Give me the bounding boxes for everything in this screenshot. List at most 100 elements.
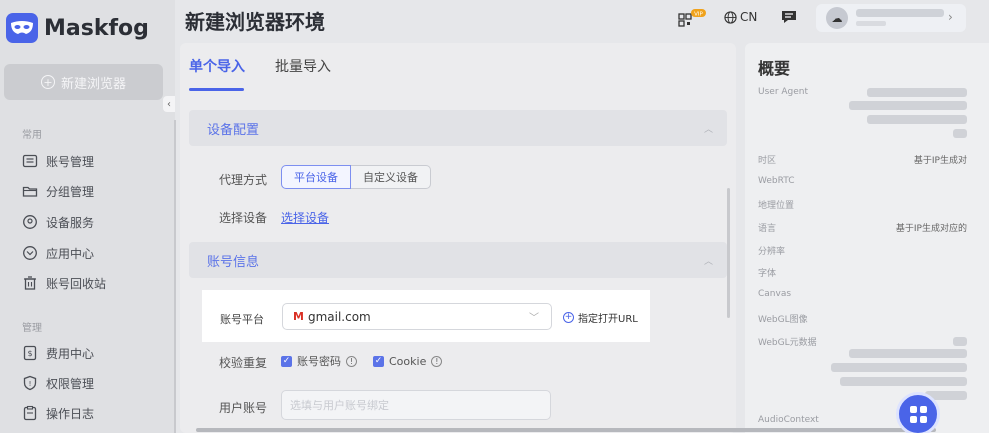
summary-webrtc-key: WebRTC <box>758 176 795 186</box>
sidebar-item-recycle-bin[interactable]: 账号回收站 <box>22 273 106 293</box>
collapse-sidebar-button[interactable]: ‹ <box>163 96 175 112</box>
webgl-meta-redacted <box>849 349 967 358</box>
proxy-option-platform[interactable]: 平台设备 <box>281 165 351 189</box>
webgl-meta-redacted <box>953 337 967 346</box>
select-device-link[interactable]: 选择设备 <box>281 209 329 226</box>
main-form-panel: 单个导入 批量导入 设备配置 ︿ 代理方式 平台设备 自定义设备 选择设备 选择… <box>180 43 736 433</box>
check-label: 账号密码 <box>297 355 341 368</box>
proxy-mode-segmented: 平台设备 自定义设备 <box>281 165 431 189</box>
chevron-up-icon: ︿ <box>703 124 713 135</box>
form-scrollbar[interactable] <box>727 188 730 318</box>
summary-timezone-value: 基于IP生成对 <box>913 156 967 166</box>
check-label: Cookie <box>389 354 427 368</box>
device-config-section-header[interactable]: 设备配置 ︿ <box>189 110 727 146</box>
sidebar-item-label: 分组管理 <box>46 184 95 199</box>
summary-language-value: 基于IP生成对应的 <box>895 224 967 234</box>
summary-panel: 概要 User Agent 时区 基于IP生成对 WebRTC 地理位置 语言 … <box>745 43 989 433</box>
message-icon[interactable] <box>780 9 798 28</box>
verify-duplicate-label: 校验重复 <box>219 356 268 370</box>
summary-canvas-key: Canvas <box>758 289 792 299</box>
new-browser-label: 新建浏览器 <box>60 76 126 92</box>
active-tab-indicator <box>189 88 244 91</box>
info-icon[interactable]: ! <box>346 355 357 367</box>
grid-icon <box>909 405 927 423</box>
app-name: Maskfog <box>44 15 149 41</box>
summary-timezone-key: 时区 <box>758 156 777 166</box>
svg-text:!: ! <box>29 380 32 388</box>
specify-url-label: 指定打开URL <box>578 314 638 325</box>
user-agent-redacted <box>867 88 967 97</box>
quick-actions-button[interactable] <box>896 392 940 433</box>
summary-font-key: 字体 <box>758 269 777 279</box>
sidebar-item-app-center[interactable]: 应用中心 <box>22 243 94 263</box>
proxy-option-custom[interactable]: 自定义设备 <box>351 165 431 189</box>
proxy-mode-label: 代理方式 <box>219 173 268 187</box>
section-title-common: 常用 <box>22 130 42 141</box>
sidebar: Maskfog + 新建浏览器 ‹ 常用 账号管理 分组管理 设备服务 应用中心… <box>0 0 176 433</box>
sidebar-scrollbar[interactable] <box>174 120 176 433</box>
tab-single-import[interactable]: 单个导入 <box>189 56 245 76</box>
sidebar-item-device-service[interactable]: 设备服务 <box>22 212 94 232</box>
account-info-section-header[interactable]: 账号信息 ︿ <box>189 242 727 278</box>
folder-icon <box>22 186 38 197</box>
vip-badge: VIP <box>694 12 703 18</box>
section-title: 设备配置 <box>207 122 260 138</box>
import-tabs: 单个导入 批量导入 <box>180 43 736 91</box>
check-account-password[interactable]: ✓ 账号密码 ! <box>281 353 357 369</box>
sidebar-item-label: 应用中心 <box>46 246 95 261</box>
user-account-input[interactable]: 选填与用户账号绑定 <box>281 390 551 420</box>
chevron-right-icon: › <box>948 10 953 24</box>
sidebar-item-permissions[interactable]: ! 权限管理 <box>22 373 94 393</box>
summary-title: 概要 <box>758 59 791 78</box>
check-cookie[interactable]: ✓ Cookie ! <box>373 354 443 368</box>
shield-icon: ! <box>23 375 37 391</box>
sidebar-item-accounts[interactable]: 账号管理 <box>22 151 94 171</box>
plus-icon: + <box>40 75 55 89</box>
checkbox-checked-icon: ✓ <box>281 355 292 367</box>
sidebar-item-label: 设备服务 <box>46 215 95 230</box>
globe-icon <box>724 10 737 24</box>
account-platform-row: 账号平台 M gmail.com ﹀ + 指定打开URL <box>202 290 650 342</box>
sidebar-item-label: 操作日志 <box>46 406 95 421</box>
chevron-down-icon: ﹀ <box>529 313 539 324</box>
language-label: CN <box>740 10 758 24</box>
user-agent-redacted <box>867 115 967 124</box>
user-account-label: 用户账号 <box>219 401 268 415</box>
qr-vip-icon[interactable]: VIP <box>678 8 706 30</box>
summary-resolution-key: 分辨率 <box>758 247 786 257</box>
sidebar-item-billing[interactable]: $ 费用中心 <box>22 343 94 363</box>
avatar: ☁ <box>826 7 848 29</box>
webgl-meta-redacted <box>831 363 967 372</box>
summary-webgl-image-key: WebGL图像 <box>758 315 808 325</box>
list-icon <box>22 154 38 168</box>
info-icon[interactable]: ! <box>431 355 443 367</box>
language-switch[interactable]: CN <box>724 10 757 24</box>
specify-url-button[interactable]: + 指定打开URL <box>563 310 638 325</box>
app-center-icon <box>23 246 37 260</box>
sidebar-item-logs[interactable]: 操作日志 <box>22 403 94 423</box>
verify-duplicate-options: ✓ 账号密码 ! ✓ Cookie ! <box>281 353 443 369</box>
sidebar-item-groups[interactable]: 分组管理 <box>22 181 94 201</box>
select-device-label: 选择设备 <box>219 211 268 225</box>
billing-icon: $ <box>23 345 37 361</box>
summary-language-key: 语言 <box>758 224 777 234</box>
summary-user-agent-key: User Agent <box>758 87 809 97</box>
sidebar-item-label: 费用中心 <box>46 346 95 361</box>
app-logo[interactable]: Maskfog <box>6 10 149 46</box>
location-pin-icon <box>23 215 37 229</box>
user-agent-redacted <box>953 129 967 138</box>
tab-batch-import[interactable]: 批量导入 <box>275 56 331 76</box>
sidebar-item-label: 权限管理 <box>46 376 95 391</box>
user-agent-redacted <box>849 101 967 110</box>
username-redacted <box>856 9 944 17</box>
horizontal-scrollbar[interactable] <box>196 428 936 432</box>
summary-webgl-meta-key: WebGL元数据 <box>758 338 817 348</box>
new-browser-button[interactable]: + 新建浏览器 <box>4 64 163 100</box>
section-title: 账号信息 <box>207 254 260 270</box>
user-menu[interactable]: ☁ › <box>816 4 966 32</box>
account-platform-label: 账号平台 <box>220 313 264 326</box>
sidebar-item-label: 账号回收站 <box>46 276 107 291</box>
clipboard-icon <box>23 405 37 421</box>
account-platform-select[interactable]: M gmail.com ﹀ <box>282 303 552 330</box>
checkbox-checked-icon: ✓ <box>373 355 384 367</box>
